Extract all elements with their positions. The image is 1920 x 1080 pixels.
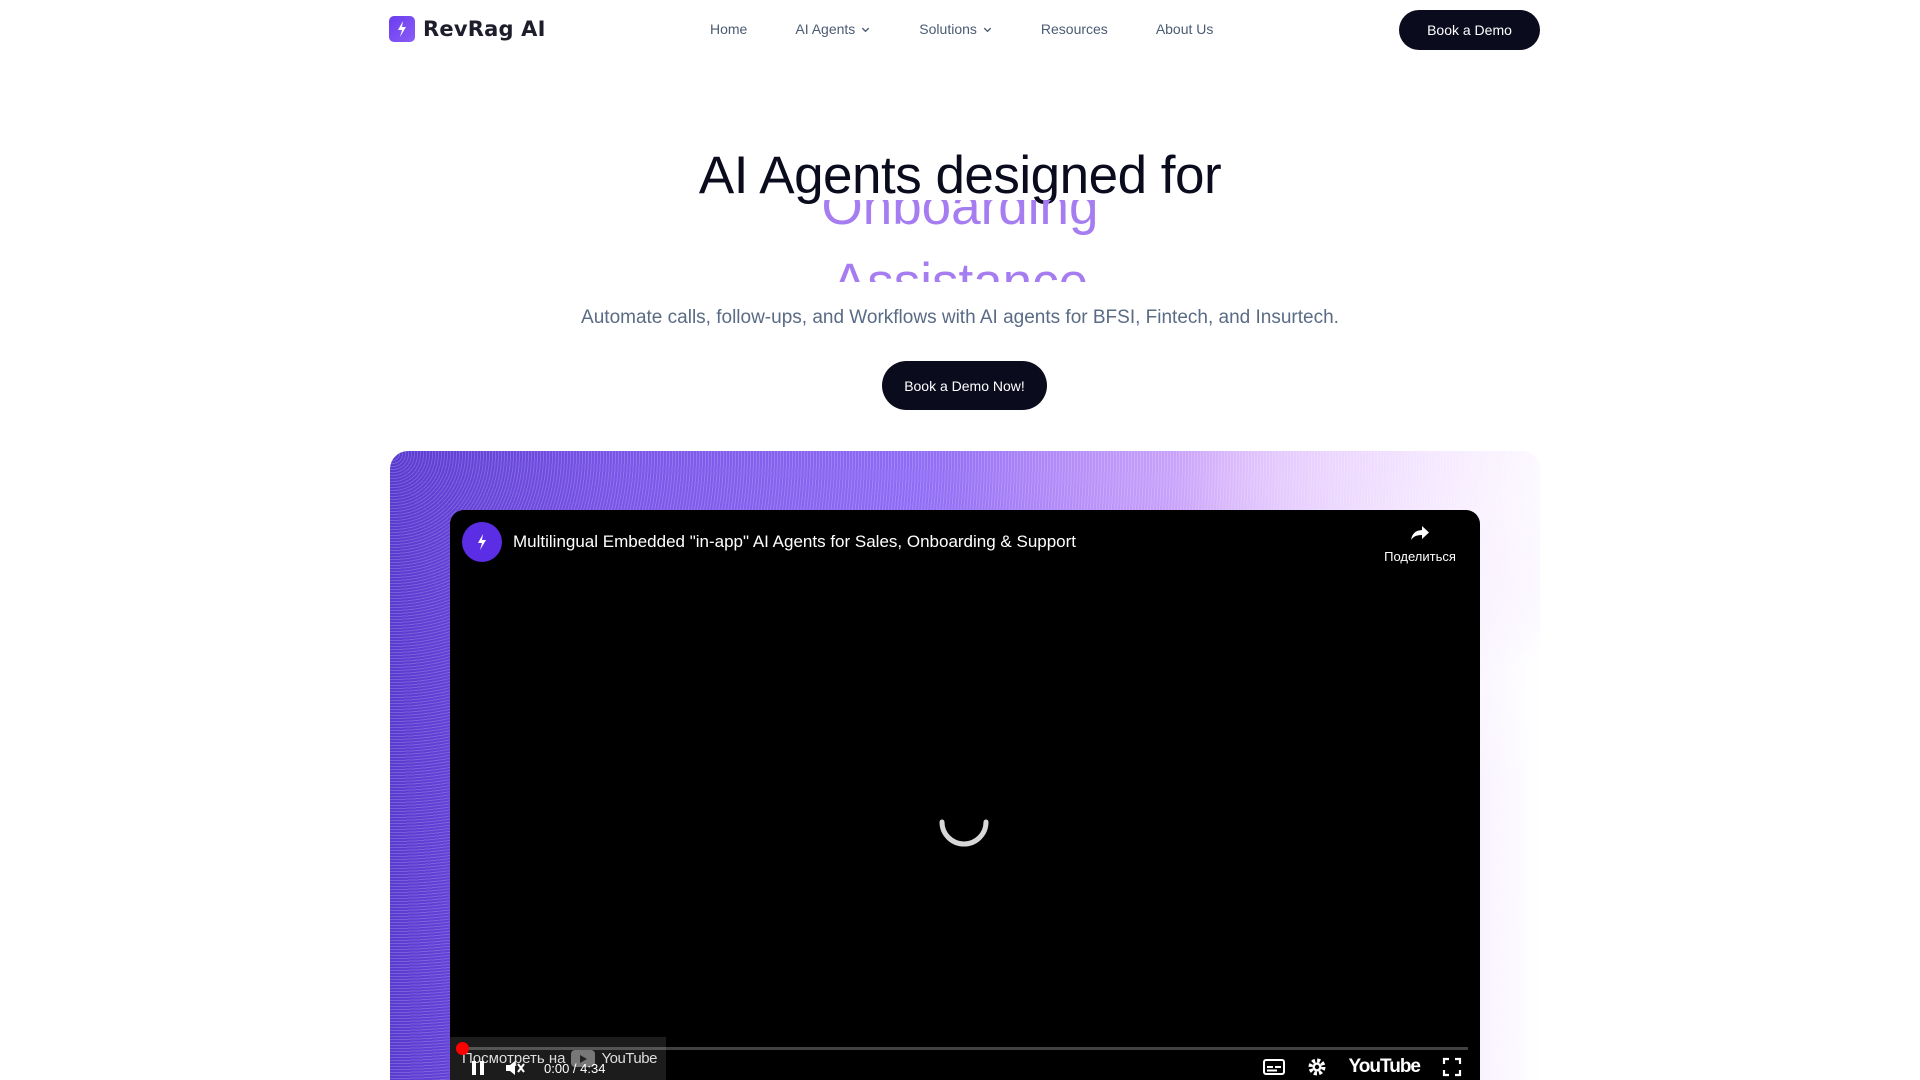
hero-subtitle: Automate calls, follow-ups, and Workflow… (581, 307, 1339, 328)
nav-item-label: Resources (1040, 21, 1108, 37)
youtube-player[interactable]: Multilingual Embedded "in-app" AI Agents… (450, 510, 1480, 1080)
pause-icon[interactable] (470, 1059, 486, 1077)
nav-item-about-us[interactable]: About Us (1156, 21, 1214, 37)
chevron-down-icon (862, 27, 870, 32)
nav-item-label: AI Agents (795, 21, 856, 37)
nav-item-label: Home (710, 21, 748, 37)
loading-spinner-icon (939, 819, 989, 847)
rotating-headline: Onboarding Assistance (660, 200, 1260, 282)
book-demo-now-button[interactable]: Book a Demo Now! (882, 361, 1047, 410)
share-icon (1411, 526, 1429, 540)
rotating-word: Onboarding (821, 200, 1099, 236)
brand-name: RevRag AI (423, 17, 546, 41)
player-controls-left: 0:00 / 4:34 (470, 1058, 605, 1078)
fullscreen-icon[interactable] (1442, 1057, 1462, 1077)
book-demo-button[interactable]: Book a Demo (1399, 10, 1540, 50)
top-navbar: RevRag AI Home AI Agents Solutions Resou… (0, 0, 1920, 60)
share-button[interactable]: Поделиться (1380, 524, 1460, 564)
hero-title: AI Agents designed for (698, 146, 1222, 205)
mute-icon[interactable] (504, 1058, 526, 1078)
share-label: Поделиться (1384, 549, 1456, 564)
nav-item-solutions[interactable]: Solutions (919, 21, 993, 37)
youtube-logo[interactable]: YouTube (1349, 1056, 1421, 1078)
settings-gear-icon[interactable] (1307, 1057, 1327, 1077)
progress-bar[interactable] (462, 1047, 1468, 1050)
watch-on-brand: YouTube (601, 1050, 657, 1067)
chevron-down-icon (983, 27, 992, 32)
channel-avatar[interactable] (462, 522, 502, 562)
nav-item-label: Solutions (919, 21, 977, 37)
nav-item-resources[interactable]: Resources (1041, 21, 1108, 37)
brand-logo[interactable]: RevRag AI (389, 16, 546, 42)
nav-item-home[interactable]: Home (710, 21, 747, 37)
nav-item-ai-agents[interactable]: AI Agents (795, 21, 871, 37)
nav-item-label: About Us (1155, 21, 1214, 37)
subtitles-icon[interactable] (1262, 1059, 1285, 1075)
video-title[interactable]: Multilingual Embedded "in-app" AI Agents… (513, 532, 1076, 552)
time-display: 0:00 / 4:34 (544, 1060, 606, 1076)
main-menu: Home AI Agents Solutions Resources About… (710, 21, 1213, 37)
lightning-icon (478, 534, 486, 550)
player-controls-right: YouTube (1262, 1056, 1462, 1078)
lightning-icon (389, 16, 415, 42)
scrubber-handle[interactable] (456, 1042, 469, 1055)
rotating-word: Assistance (660, 256, 1260, 282)
